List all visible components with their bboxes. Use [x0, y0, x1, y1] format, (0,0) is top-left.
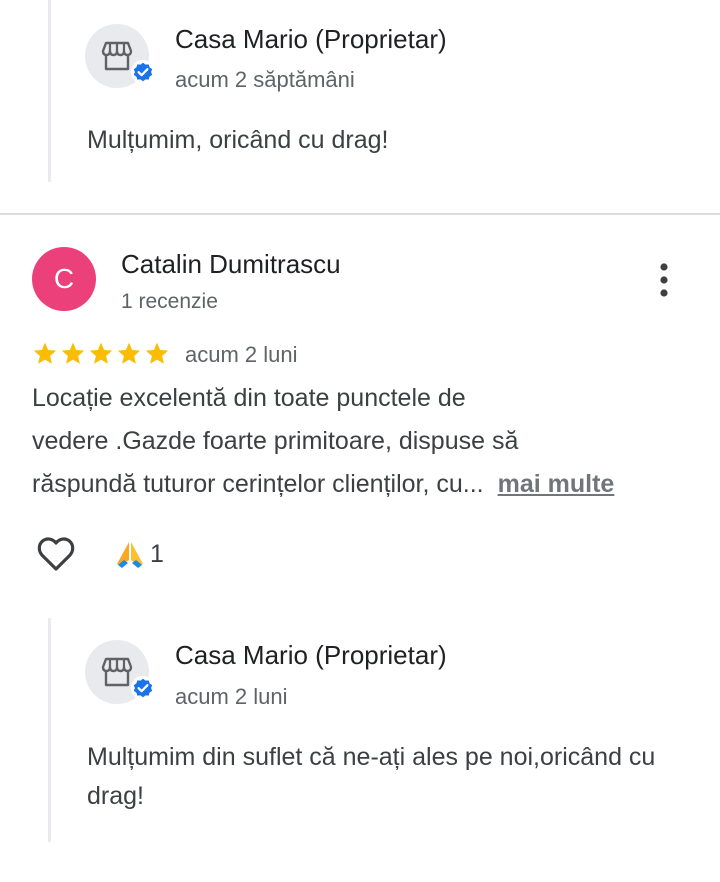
owner-reply: Casa Mario (Proprietar) acum 2 săptămâni…	[48, 0, 691, 182]
owner-name[interactable]: Casa Mario (Proprietar)	[175, 640, 447, 671]
star-rating	[32, 341, 170, 371]
divider	[0, 213, 720, 215]
review-text: Locație excelentă din toate punctele de …	[32, 377, 702, 506]
more-link[interactable]: mai multe	[498, 470, 615, 498]
owner-avatar	[85, 24, 155, 88]
review-text-line-content: răspundă tuturor cerințelor clienților, …	[32, 470, 484, 498]
verified-check-icon	[131, 60, 155, 84]
owner-reply: Casa Mario (Proprietar) acum 2 luni Mulț…	[48, 618, 691, 842]
folded-hands-icon	[117, 542, 143, 568]
star-icon	[89, 342, 113, 364]
reply-time: acum 2 săptămâni	[175, 67, 355, 92]
reply-text: Mulțumim din suflet că ne-ați ales pe no…	[87, 743, 656, 810]
review-text-line: Locație excelentă din toate punctele de	[32, 384, 466, 412]
owner-avatar	[85, 640, 155, 704]
verified-check-icon	[131, 676, 155, 700]
review-text-line: vedere .Gazde foarte primitoare, dispuse…	[32, 427, 519, 455]
reply-text: Mulțumim, oricând cu drag!	[87, 126, 389, 154]
reviews-screen: Casa Mario (Proprietar) acum 2 săptămâni…	[0, 0, 720, 882]
reviewer-name[interactable]: Catalin Dumitrascu	[121, 249, 341, 280]
review-time: acum 2 luni	[185, 342, 298, 367]
reaction-button[interactable]: 1	[114, 536, 164, 572]
more-vertical-icon[interactable]	[647, 258, 681, 302]
reviewer-avatar[interactable]: C	[32, 247, 96, 311]
reaction-count: 1	[150, 539, 164, 568]
star-icon	[61, 342, 85, 364]
store-icon	[101, 657, 133, 687]
star-icon	[33, 342, 57, 364]
star-icon	[145, 342, 169, 364]
heart-icon[interactable]	[36, 536, 76, 572]
review-text-line: răspundă tuturor cerințelor clienților, …	[32, 463, 702, 506]
star-icon	[117, 342, 141, 364]
store-icon	[101, 41, 133, 71]
reviewer-review-count: 1 recenzie	[121, 290, 218, 313]
owner-name[interactable]: Casa Mario (Proprietar)	[175, 24, 447, 55]
reply-time: acum 2 luni	[175, 684, 288, 709]
